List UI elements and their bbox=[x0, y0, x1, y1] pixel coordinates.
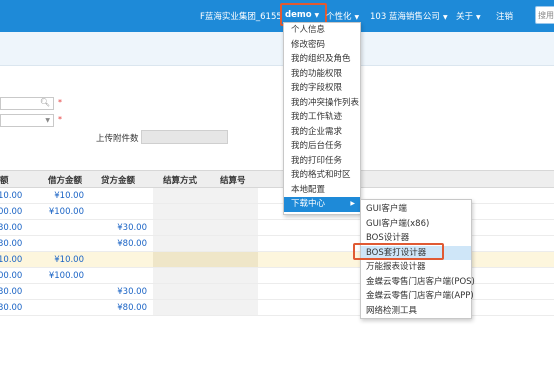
settlement-cell[interactable] bbox=[153, 188, 258, 203]
menu-item-label: 我的字段权限 bbox=[291, 83, 343, 93]
credit-cell[interactable]: ¥30.00 bbox=[100, 223, 147, 233]
settlement-cell[interactable] bbox=[153, 268, 258, 283]
chevron-right-icon: ▶ bbox=[350, 200, 355, 207]
menu-item[interactable]: 我的工作轨迹 bbox=[284, 110, 360, 125]
chevron-down-icon: ▼ bbox=[314, 12, 320, 19]
required-mark: * bbox=[58, 98, 62, 107]
menu-item[interactable]: 我的功能权限 bbox=[284, 67, 360, 82]
menu-item-label: 我的工作轨迹 bbox=[291, 112, 343, 122]
menu-item[interactable]: 我的组织及角色 bbox=[284, 52, 360, 67]
menu-item-label: 我的功能权限 bbox=[291, 68, 343, 79]
amount-cell[interactable]: 10.00 bbox=[0, 191, 22, 201]
chevron-down-icon: ▼ bbox=[354, 14, 360, 21]
org-name[interactable]: F蓝海实业集团_6155 bbox=[200, 10, 282, 22]
chevron-down-icon: ▼ bbox=[442, 14, 448, 21]
attachment-count-field bbox=[141, 130, 228, 144]
menu-item-label: 个人信息 bbox=[291, 25, 326, 35]
submenu-item[interactable]: 万能报表设计器 bbox=[361, 260, 471, 275]
settlement-cell[interactable] bbox=[153, 204, 258, 219]
logout-link[interactable]: 注销 bbox=[496, 10, 513, 22]
settlement-cell[interactable] bbox=[153, 284, 258, 299]
col-settlement-method-header[interactable]: 结算方式 bbox=[163, 174, 197, 186]
menu-item[interactable]: 我的冲突操作列表 bbox=[284, 96, 360, 111]
required-mark: * bbox=[58, 115, 62, 124]
chevron-down-icon[interactable]: ▼ bbox=[45, 117, 50, 124]
menu-item[interactable]: 我的格式和时区 bbox=[284, 168, 360, 183]
grid-header: 额 借方金额 贷方金额 结算方式 结算号 bbox=[0, 170, 554, 188]
submenu-item[interactable]: 金蝶云零售门店客户端(POS) bbox=[361, 275, 475, 290]
credit-cell[interactable]: ¥80.00 bbox=[100, 303, 147, 313]
settlement-cell[interactable] bbox=[153, 236, 258, 251]
search-icon[interactable]: 🔍︎ bbox=[40, 98, 50, 107]
user-name[interactable]: demo ▼ bbox=[285, 10, 319, 20]
personalize-menu[interactable]: 个性化 ▼ bbox=[326, 10, 359, 22]
settlement-cell[interactable] bbox=[153, 252, 258, 267]
toolbar-area bbox=[0, 32, 554, 66]
highlight-box bbox=[353, 243, 444, 260]
menu-item[interactable]: 我的企业需求 bbox=[284, 125, 360, 140]
amount-cell[interactable]: 10.00 bbox=[0, 255, 22, 265]
col-debit-header[interactable]: 借方金额 bbox=[48, 174, 82, 186]
menu-item-label: 修改密码 bbox=[291, 39, 326, 50]
menu-item-label: 下载中心 bbox=[291, 199, 326, 209]
debit-cell[interactable]: ¥10.00 bbox=[40, 255, 84, 265]
menu-item[interactable]: 我的后台任务 bbox=[284, 139, 360, 154]
about-menu[interactable]: 关于 ▼ bbox=[456, 10, 481, 22]
submenu-item[interactable]: GUI客户端 bbox=[361, 202, 471, 217]
menu-item-label: 我的打印任务 bbox=[291, 155, 343, 166]
menu-item-label: 我的格式和时区 bbox=[291, 170, 351, 180]
credit-cell[interactable]: ¥30.00 bbox=[100, 287, 147, 297]
amount-cell[interactable]: 30.00 bbox=[0, 239, 22, 249]
company-switcher[interactable]: 103 蓝海销售公司 ▼ bbox=[370, 10, 448, 22]
company-label: 103 蓝海销售公司 bbox=[370, 12, 440, 22]
amount-cell[interactable]: 30.00 bbox=[0, 303, 22, 313]
debit-cell[interactable]: ¥10.00 bbox=[40, 191, 84, 201]
page: F蓝海实业集团_6155 demo ▼ 个性化 ▼ 103 蓝海销售公司 ▼ 关于 ▼ … bbox=[0, 0, 554, 371]
submenu-item[interactable]: 网络检测工具 bbox=[361, 304, 471, 319]
menu-item[interactable]: 我的打印任务 bbox=[284, 154, 360, 169]
menu-item[interactable]: 本地配置 bbox=[284, 183, 360, 198]
menu-item[interactable]: 修改密码 bbox=[284, 38, 360, 53]
about-label: 关于 bbox=[456, 12, 474, 22]
submenu-item[interactable]: GUI客户端(x86) bbox=[361, 217, 471, 232]
col-settlement-no-header[interactable]: 结算号 bbox=[220, 174, 246, 186]
lookup-field[interactable]: 🔍︎ bbox=[0, 97, 54, 110]
user-dropdown-menu: 个人信息修改密码我的组织及角色 我的功能权限 我的字段权限我的冲突操作列表 我的工作轨… bbox=[283, 22, 361, 215]
user-name-label: demo bbox=[285, 10, 312, 20]
menu-item[interactable]: 下载中心 ▶ bbox=[284, 197, 360, 212]
amount-cell[interactable]: 30.00 bbox=[0, 223, 22, 233]
menu-item-label: 我的冲突操作列表 bbox=[291, 97, 360, 108]
col-credit-header[interactable]: 贷方金额 bbox=[101, 174, 135, 186]
menu-item-label: 本地配置 bbox=[291, 184, 326, 195]
global-search-input[interactable]: 搜用 bbox=[535, 6, 554, 24]
attachment-count-label: 上传附件数 bbox=[96, 134, 139, 144]
debit-cell[interactable]: ¥100.00 bbox=[40, 207, 84, 217]
select-field[interactable]: ▼ bbox=[0, 114, 54, 127]
amount-cell[interactable]: 00.00 bbox=[0, 271, 22, 281]
menu-item[interactable]: 我的字段权限 bbox=[284, 81, 360, 96]
menu-item-label: 我的组织及角色 bbox=[291, 54, 351, 64]
menu-item-label: 我的企业需求 bbox=[291, 126, 343, 137]
personalize-label: 个性化 bbox=[326, 12, 352, 22]
settlement-cell[interactable] bbox=[153, 220, 258, 235]
debit-cell[interactable]: ¥100.00 bbox=[40, 271, 84, 281]
amount-cell[interactable]: 30.00 bbox=[0, 287, 22, 297]
menu-item-label: 我的后台任务 bbox=[291, 141, 343, 151]
chevron-down-icon: ▼ bbox=[476, 14, 481, 21]
top-bar: F蓝海实业集团_6155 demo ▼ 个性化 ▼ 103 蓝海销售公司 ▼ 关于 ▼ … bbox=[0, 0, 554, 32]
menu-item[interactable]: 个人信息 bbox=[284, 23, 360, 38]
amount-cell[interactable]: 00.00 bbox=[0, 207, 22, 217]
settlement-cell[interactable] bbox=[153, 300, 258, 315]
credit-cell[interactable]: ¥80.00 bbox=[100, 239, 147, 249]
submenu-item[interactable]: 金蝶云零售门店客户端(APP) bbox=[361, 289, 474, 304]
col-amount-header[interactable]: 额 bbox=[0, 174, 9, 186]
